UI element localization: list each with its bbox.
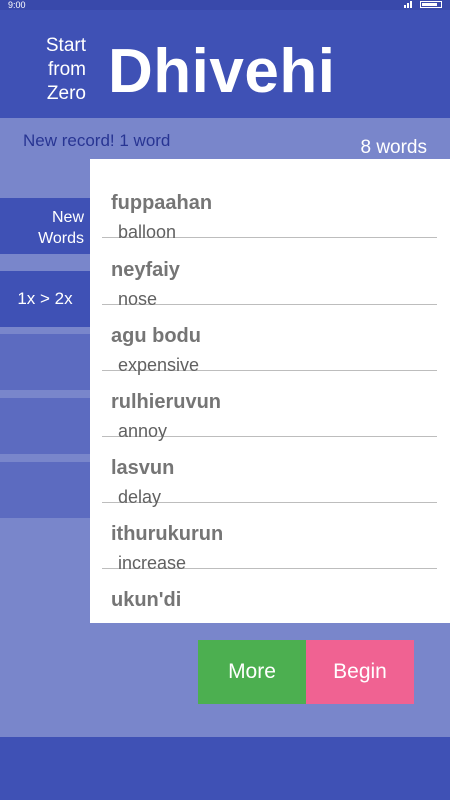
list-item[interactable]: ithurukurun increase — [102, 502, 437, 573]
new-words-label-2: Words — [38, 230, 84, 247]
begin-button[interactable]: Begin — [306, 640, 414, 704]
logo-line-3: Zero — [46, 83, 86, 104]
word-term: neyfaiy — [111, 259, 180, 281]
list-item[interactable]: rulhieruvun annoy — [102, 370, 437, 441]
sidebar-slot-3[interactable] — [0, 462, 90, 518]
list-item[interactable]: ukun'di — [102, 568, 437, 634]
more-button[interactable]: More — [198, 640, 306, 704]
status-time: 9:00 — [8, 0, 26, 10]
list-item[interactable]: agu bodu expensive — [102, 304, 437, 375]
signal-icon — [404, 1, 414, 8]
app-title: Dhivehi — [108, 37, 336, 106]
word-term: fuppaahan — [111, 192, 213, 214]
record-text: New record! 1 word — [23, 131, 171, 150]
sidebar-slot-1[interactable] — [0, 334, 90, 390]
battery-icon — [420, 1, 442, 8]
word-count: 8 words — [360, 137, 427, 158]
word-term: lasvun — [111, 457, 175, 479]
sidebar-slot-2[interactable] — [0, 398, 90, 454]
list-item[interactable]: lasvun delay — [102, 436, 437, 507]
status-bar: 9:00 — [0, 0, 450, 10]
logo-line-2: from — [48, 59, 86, 80]
new-words-button[interactable]: New Words — [0, 198, 90, 254]
logo-line-1: Start — [45, 35, 86, 56]
word-list: fuppaahan balloon neyfaiy nose agu bodu … — [90, 159, 450, 623]
word-term: rulhieruvun — [111, 391, 222, 413]
mode-button[interactable]: 1x > 2x — [0, 271, 90, 327]
word-term: agu bodu — [111, 325, 201, 347]
list-item[interactable]: neyfaiy nose — [102, 238, 437, 309]
new-words-label-1: New — [51, 209, 84, 226]
bottom-bar — [0, 737, 450, 800]
word-term: ithurukurun — [111, 523, 224, 545]
word-term: ukun'di — [111, 589, 182, 611]
status-icons — [404, 1, 442, 8]
app-logo-subtitle: Start from Zero — [38, 34, 86, 106]
list-item[interactable]: fuppaahan balloon — [102, 171, 437, 242]
app-header: Start from Zero Dhivehi — [0, 10, 450, 118]
